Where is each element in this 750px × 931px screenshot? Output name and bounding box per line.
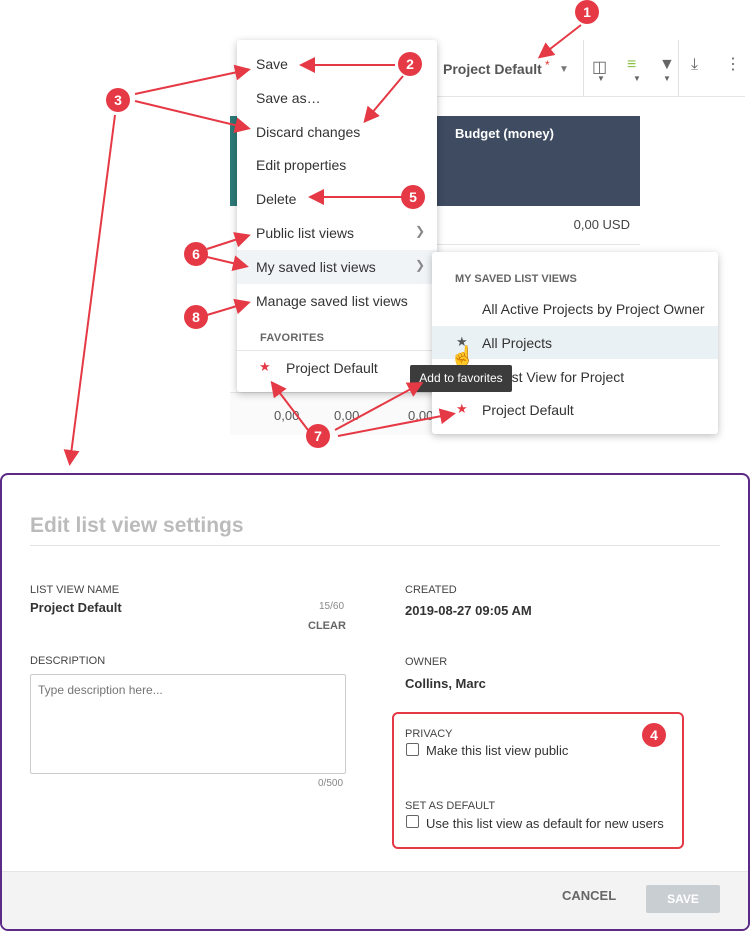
modified-marker: * — [545, 58, 550, 72]
owner-value: Collins, Marc — [405, 676, 486, 691]
saved-list-views-submenu: MY SAVED LIST VIEWS All Active Projects … — [432, 252, 718, 434]
cell-value: 0,00 — [408, 408, 434, 423]
more-icon[interactable]: ⋮ — [725, 54, 741, 74]
group-icon[interactable]: ≡ — [627, 56, 636, 74]
callout-badge: 8 — [184, 305, 208, 329]
chevron-down-icon: ▼ — [633, 74, 641, 83]
callout-badge: 7 — [306, 424, 330, 448]
created-value: 2019-08-27 09:05 AM — [405, 603, 532, 618]
list-view-selector[interactable]: Project Default — [443, 61, 542, 77]
divider — [30, 545, 720, 546]
callout-badge: 3 — [106, 88, 130, 112]
dialog-title: Edit list view settings — [30, 514, 244, 537]
description-label: DESCRIPTION — [30, 655, 106, 667]
default-checkbox[interactable] — [406, 815, 419, 828]
privacy-checkbox-label[interactable]: Make this list view public — [426, 743, 568, 758]
default-checkbox-label[interactable]: Use this list view as default for new us… — [426, 816, 664, 831]
star-icon[interactable]: ★ — [456, 401, 468, 417]
privacy-label: PRIVACY — [405, 728, 453, 740]
download-icon[interactable]: ⤓ — [691, 56, 698, 74]
list-view-name-label: LIST VIEW NAME — [30, 584, 120, 596]
chevron-right-icon: ❯ — [414, 258, 425, 272]
default-label: SET AS DEFAULT — [405, 800, 496, 812]
menu-item-edit-properties[interactable]: Edit properties — [237, 148, 437, 182]
cell-value: 0,00 — [334, 408, 360, 423]
callout-badge: 5 — [401, 185, 425, 209]
callout-badge: 4 — [642, 723, 666, 747]
favorites-header: FAVORITES — [260, 332, 325, 344]
menu-item-discard-changes[interactable]: Discard changes — [237, 115, 437, 149]
description-field[interactable] — [30, 674, 346, 777]
dialog-footer: CANCEL SAVE — [2, 871, 748, 929]
callout-badge: 6 — [184, 242, 208, 266]
char-counter: 15/60 — [319, 601, 345, 612]
menu-item-save-as[interactable]: Save as… — [237, 81, 437, 115]
clear-button[interactable]: CLEAR — [308, 620, 346, 632]
chevron-down-icon: ▼ — [663, 74, 671, 83]
menu-item-favorite[interactable]: ★ Project Default — [237, 351, 437, 385]
chevron-down-icon: ▼ — [597, 74, 605, 83]
menu-item-public-list-views[interactable]: Public list views ❯ — [237, 216, 437, 250]
tooltip: Add to favorites — [410, 365, 512, 392]
created-label: CREATED — [405, 584, 457, 596]
callout-badge: 1 — [575, 0, 599, 24]
table-row: 0,00 0,00 0,00 — [230, 392, 440, 435]
star-icon[interactable]: ★ — [259, 359, 271, 375]
cancel-button[interactable]: CANCEL — [562, 888, 616, 903]
menu-item-manage-saved-list-views[interactable]: Manage saved list views — [237, 284, 437, 318]
table-cell: 0,00 USD — [437, 206, 640, 245]
save-button[interactable]: SAVE — [646, 885, 720, 913]
list-view-name-input[interactable]: Project Default — [30, 600, 122, 615]
submenu-header: MY SAVED LIST VIEWS — [455, 273, 577, 285]
filter-icon[interactable]: ▼ — [659, 56, 675, 74]
cell-value: 0,00 — [274, 408, 300, 423]
char-counter: 0/500 — [318, 778, 344, 789]
chevron-down-icon[interactable]: ▼ — [559, 64, 569, 75]
menu-item-my-saved-list-views[interactable]: My saved list views ❯ — [237, 250, 437, 284]
description-input[interactable] — [31, 675, 345, 777]
owner-label: OWNER — [405, 656, 448, 668]
list-view-menu: Save Save as… Discard changes Edit prope… — [237, 40, 437, 392]
budget-value: 0,00 USD — [573, 217, 630, 232]
submenu-item[interactable]: ★ Project Default — [432, 393, 718, 426]
budget-header-label: Budget (money) — [455, 126, 554, 141]
submenu-item[interactable]: All Active Projects by Project Owner — [432, 292, 718, 325]
privacy-checkbox[interactable] — [406, 743, 419, 756]
chevron-right-icon: ❯ — [414, 224, 425, 238]
callout-badge: 2 — [398, 52, 422, 76]
edit-list-view-dialog: Edit list view settings LIST VIEW NAME P… — [0, 473, 750, 931]
